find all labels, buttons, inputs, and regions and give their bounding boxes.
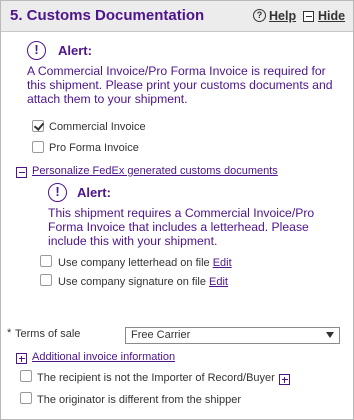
alert-message-line: this shipment. Please print your customs… (27, 78, 333, 92)
signature-checkbox[interactable] (40, 274, 52, 286)
hide-link[interactable]: Hide (318, 9, 345, 23)
letterhead-edit-link[interactable]: Edit (213, 257, 232, 269)
commercial-invoice-label: Commercial Invoice (49, 121, 146, 133)
alert-message-line: A Commercial Invoice/Pro Forma Invoice i… (27, 64, 326, 78)
alert-title: Alert: (58, 43, 92, 58)
importer-of-record-checkbox[interactable] (20, 370, 32, 382)
letterhead-label: Use company letterhead on file (58, 257, 210, 269)
alert-message-line: This shipment requires a Commercial Invo… (48, 206, 315, 220)
alert-title: Alert: (77, 185, 111, 200)
terms-of-sale-value: Free Carrier (131, 329, 191, 341)
section-title: 5. Customs Documentation (10, 7, 205, 24)
alert-message-line: include this with your shipment. (48, 234, 218, 248)
required-asterisk: * (7, 327, 12, 339)
pro-forma-invoice-label: Pro Forma Invoice (49, 142, 139, 154)
alert-message-line: attach them to your shipment. (27, 92, 188, 106)
originator-label: The originator is different from the shi… (37, 394, 242, 406)
section-header: 5. Customs Documentation ? Help Hide (1, 1, 353, 32)
expand-icon[interactable] (16, 353, 27, 364)
collapse-icon[interactable] (303, 11, 314, 22)
expand-icon[interactable] (279, 374, 290, 385)
personalize-documents-link[interactable]: Personalize FedEx generated customs docu… (32, 165, 278, 177)
signature-label: Use company signature on file (58, 276, 206, 288)
help-link[interactable]: Help (269, 9, 296, 23)
signature-edit-link[interactable]: Edit (209, 276, 228, 288)
alert-exclamation-icon: ! (48, 183, 67, 202)
letterhead-checkbox[interactable] (40, 255, 52, 267)
collapse-icon[interactable] (16, 167, 27, 178)
alert-message-line: Forma Invoice that includes a letterhead… (48, 220, 309, 234)
originator-checkbox[interactable] (20, 392, 32, 404)
letterhead-option: Use company letterhead on file Edit (58, 257, 232, 269)
signature-option: Use company signature on file Edit (58, 276, 228, 288)
customs-documentation-panel: 5. Customs Documentation ? Help Hide ! A… (0, 0, 354, 420)
terms-of-sale-label: Terms of sale (15, 328, 81, 340)
alert-exclamation-icon: ! (27, 41, 46, 60)
pro-forma-invoice-checkbox[interactable] (32, 141, 44, 153)
commercial-invoice-checkbox[interactable] (32, 120, 44, 132)
help-icon[interactable]: ? (253, 9, 266, 22)
importer-of-record-label: The recipient is not the Importer of Rec… (37, 372, 275, 384)
dropdown-arrow-icon (326, 332, 334, 338)
additional-invoice-info-link[interactable]: Additional invoice information (32, 351, 175, 363)
terms-of-sale-select[interactable]: Free Carrier (125, 327, 340, 344)
